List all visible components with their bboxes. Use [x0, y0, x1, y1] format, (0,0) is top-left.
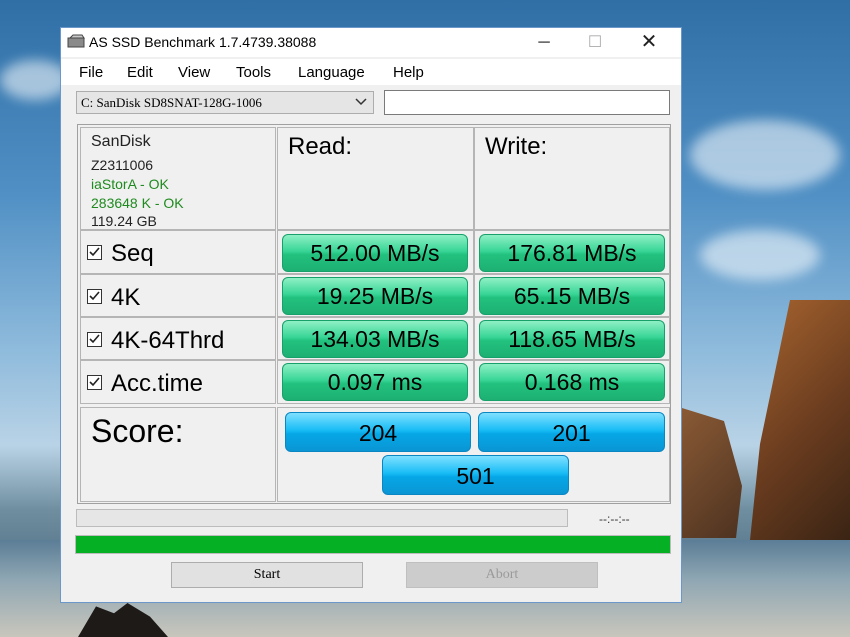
menu-edit[interactable]: Edit	[127, 64, 153, 81]
wallpaper-cliff	[750, 300, 850, 540]
app-icon	[67, 34, 85, 48]
menu-help[interactable]: Help	[393, 64, 424, 81]
4k-64thrd-checkbox[interactable]	[87, 332, 102, 347]
drive-select-value: C: SanDisk SD8SNAT-128G-1006	[81, 95, 262, 110]
maximize-button[interactable]: ☐	[572, 28, 618, 57]
score-label: Score:	[91, 413, 184, 449]
minimize-button[interactable]: ─	[521, 28, 567, 57]
seq-checkbox[interactable]	[87, 245, 102, 260]
test-label-4k-64thrd: 4K-64Thrd	[111, 327, 225, 354]
acc-time-write-value: 0.168 ms	[479, 363, 665, 401]
4k-read-cell: 19.25 MB/s	[277, 274, 474, 317]
results-panel: SanDisk Z2311006 iaStorA - OK 283648 K -…	[77, 124, 671, 504]
abort-button[interactable]: Abort	[406, 562, 598, 588]
as-ssd-window: AS SSD Benchmark 1.7.4739.38088 ─ ☐ ✕ Fi…	[60, 27, 682, 603]
drive-info-cell: SanDisk Z2311006 iaStorA - OK 283648 K -…	[80, 127, 276, 230]
elapsed-time: --:--:--	[599, 512, 630, 526]
score-label-cell: Score:	[80, 407, 276, 502]
path-input[interactable]	[384, 90, 670, 115]
4k-64thrd-write-cell: 118.65 MB/s	[474, 317, 670, 360]
test-label-acc-time: Acc.time	[111, 370, 204, 397]
acc-time-write-cell: 0.168 ms	[474, 360, 670, 404]
chevron-down-icon	[355, 98, 367, 106]
4k-64thrd-write-value: 118.65 MB/s	[479, 320, 665, 358]
close-button[interactable]: ✕	[626, 28, 672, 57]
seq-write-value: 176.81 MB/s	[479, 234, 665, 272]
test-row-4k-64thrd: 4K-64Thrd	[80, 317, 276, 360]
seq-read-value: 512.00 MB/s	[282, 234, 468, 272]
acc-time-checkbox[interactable]	[87, 375, 102, 390]
drive-vendor: SanDisk	[91, 133, 151, 150]
test-label-4k: 4K	[111, 284, 141, 311]
drive-firmware: Z2311006	[91, 157, 154, 173]
total-score: 501	[382, 455, 569, 495]
menu-file[interactable]: File	[79, 64, 103, 81]
4k-64thrd-read-cell: 134.03 MB/s	[277, 317, 474, 360]
drive-capacity: 119.24 GB	[91, 213, 157, 229]
overall-progress-bar	[75, 535, 671, 554]
checkmark-icon	[89, 334, 100, 344]
4k-write-cell: 65.15 MB/s	[474, 274, 670, 317]
read-score: 204	[285, 412, 471, 452]
write-header-cell: Write:	[474, 127, 670, 230]
driver-status: iaStorA - OK	[91, 176, 169, 192]
score-values-cell: 204 201 501	[277, 407, 670, 502]
menu-bar: File Edit View Tools Language Help	[61, 59, 681, 85]
test-row-seq: Seq	[80, 230, 276, 274]
start-button[interactable]: Start	[171, 562, 363, 588]
4k-read-value: 19.25 MB/s	[282, 277, 468, 315]
test-label-seq: Seq	[111, 240, 154, 267]
wallpaper-rock	[682, 408, 742, 538]
test-progress-bar	[76, 509, 568, 527]
title-bar[interactable]: AS SSD Benchmark 1.7.4739.38088 ─ ☐ ✕	[61, 28, 681, 57]
test-row-4k: 4K	[80, 274, 276, 317]
overall-progress-fill	[76, 536, 670, 553]
4k-64thrd-read-value: 134.03 MB/s	[282, 320, 468, 358]
seq-read-cell: 512.00 MB/s	[277, 230, 474, 274]
4k-checkbox[interactable]	[87, 289, 102, 304]
drive-select[interactable]: C: SanDisk SD8SNAT-128G-1006	[76, 91, 374, 114]
write-score: 201	[478, 412, 665, 452]
4k-write-value: 65.15 MB/s	[479, 277, 665, 315]
checkmark-icon	[89, 291, 100, 301]
read-header: Read:	[288, 133, 353, 160]
acc-time-read-cell: 0.097 ms	[277, 360, 474, 404]
read-header-cell: Read:	[277, 127, 474, 230]
checkmark-icon	[89, 247, 100, 257]
menu-tools[interactable]: Tools	[236, 64, 271, 81]
window-title: AS SSD Benchmark 1.7.4739.38088	[89, 34, 317, 50]
menu-language[interactable]: Language	[298, 64, 365, 81]
acc-time-read-value: 0.097 ms	[282, 363, 468, 401]
alignment-status: 283648 K - OK	[91, 195, 184, 211]
menu-view[interactable]: View	[178, 64, 210, 81]
seq-write-cell: 176.81 MB/s	[474, 230, 670, 274]
write-header: Write:	[485, 133, 548, 160]
test-row-acc-time: Acc.time	[80, 360, 276, 404]
checkmark-icon	[89, 377, 100, 387]
